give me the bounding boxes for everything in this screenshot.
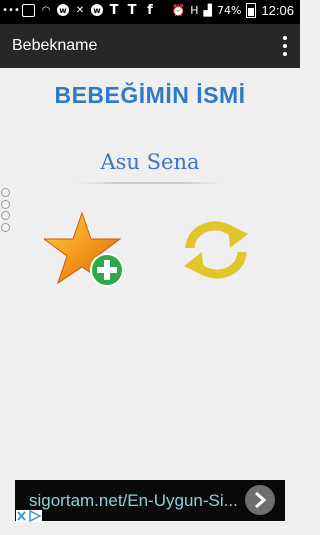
- gallery-icon: [22, 3, 35, 17]
- star-plus-icon: [42, 211, 124, 287]
- ad-arrow-icon[interactable]: [245, 485, 275, 515]
- notification-icons: ••• ◠ w ✕ w T T f: [2, 2, 157, 18]
- battery-icon: [246, 3, 257, 18]
- network-type: H: [190, 4, 199, 17]
- whatsapp-icon: w: [57, 4, 69, 16]
- clock: 12:06: [261, 3, 294, 18]
- battery-percent: 74%: [217, 4, 242, 17]
- add-favorite-button[interactable]: [42, 210, 126, 290]
- baby-name: Asu Sena: [100, 150, 200, 174]
- signal-icon: ▟: [203, 4, 212, 17]
- missed-call-icon: ✕: [75, 4, 85, 16]
- ad-text: sigortam.net/En-Uygun-Si...: [29, 490, 238, 510]
- app-bar: Bebekname: [0, 24, 300, 68]
- alarm-icon: ⏰: [171, 4, 186, 17]
- ad-choices-icon[interactable]: [16, 510, 42, 522]
- side-page-indicator[interactable]: [1, 188, 10, 232]
- refresh-button[interactable]: [180, 220, 252, 280]
- t-app-icon-2: T: [127, 2, 137, 18]
- overflow-menu-icon[interactable]: [280, 36, 290, 56]
- system-icons: ⏰ H ▟ 74% 12:06: [172, 3, 294, 18]
- t-app-icon: T: [109, 2, 119, 18]
- chat-icon: •••: [2, 4, 20, 16]
- refresh-icon: [184, 221, 248, 279]
- facebook-icon: f: [147, 2, 153, 18]
- wifi-icon: ◠: [41, 4, 51, 16]
- status-bar: ••• ◠ w ✕ w T T f ⏰ H ▟ 74% 12:06: [0, 0, 300, 24]
- ad-banner[interactable]: sigortam.net/En-Uygun-Si...: [15, 480, 285, 521]
- w-app-icon: w: [91, 4, 103, 16]
- app-title: Bebekname: [12, 37, 98, 54]
- page-title: BEBEĞİMİN İSMİ: [54, 82, 246, 108]
- name-divider: [78, 182, 222, 184]
